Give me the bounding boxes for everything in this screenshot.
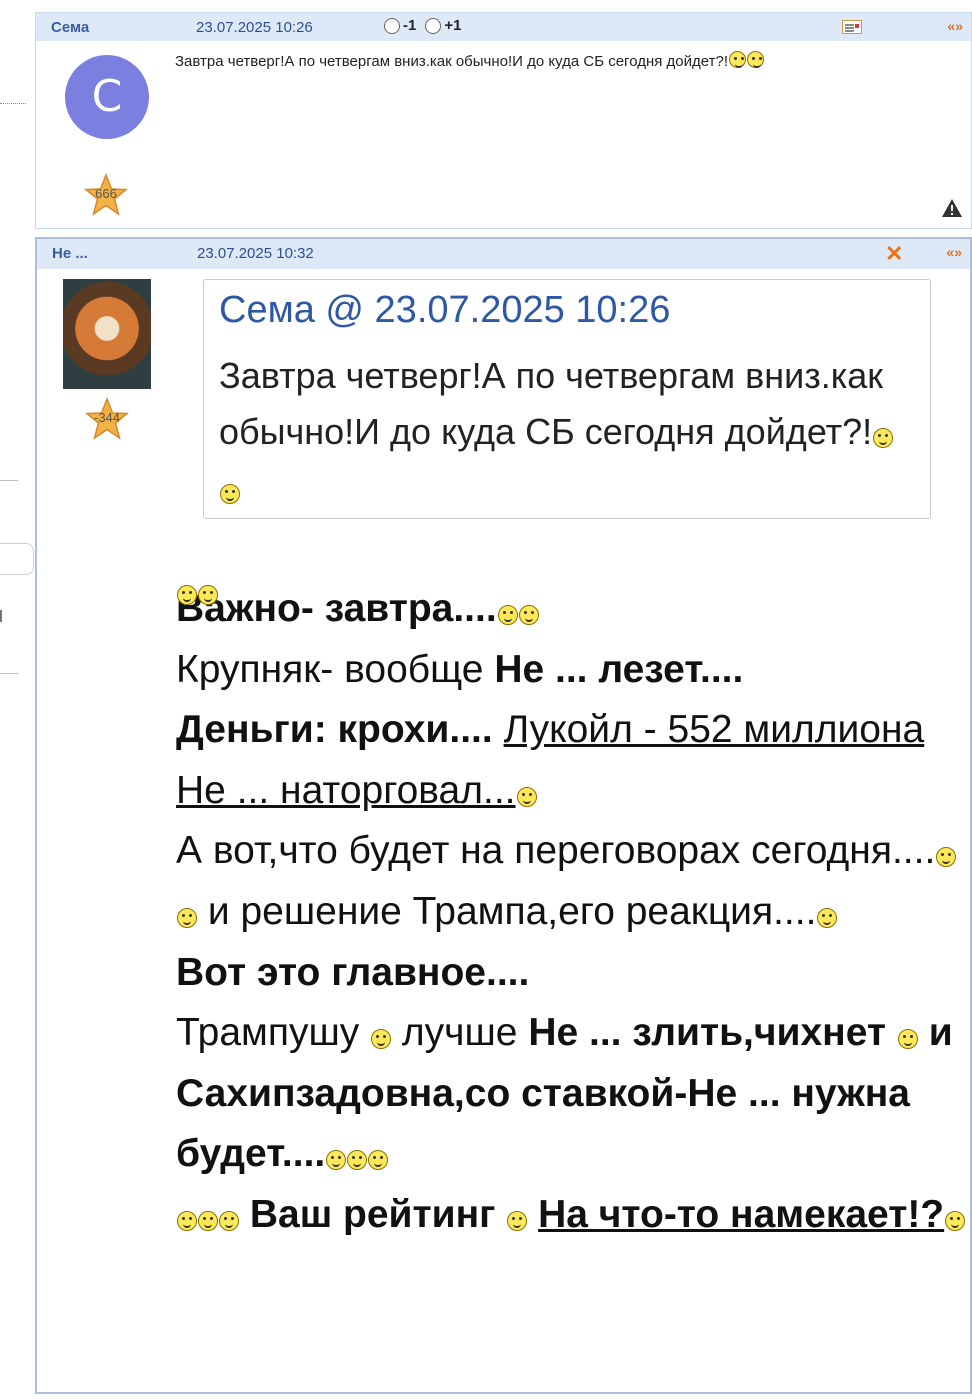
eyes-smiley-icon (177, 907, 197, 928)
avatar[interactable] (63, 279, 151, 389)
post-date[interactable]: 23.07.2025 10:32 (197, 245, 314, 262)
delete-icon[interactable]: ✕ (885, 241, 903, 267)
post-body: Важно- завтра.... Крупняк- вообще Не ...… (176, 559, 972, 1246)
smiley-row (176, 559, 972, 605)
post-text: Завтра четверг!А по четвергам вниз.как о… (175, 51, 764, 70)
grin-smiley-icon (219, 1210, 239, 1231)
grin-smiley-icon (220, 484, 240, 504)
rating-star-icon: 666 (84, 173, 128, 217)
surprised-smiley-icon (198, 585, 218, 605)
grin-smiley-icon (177, 1210, 197, 1231)
quote-icon[interactable] (842, 20, 862, 34)
gutter-button[interactable] (0, 543, 34, 575)
post-date[interactable]: 23.07.2025 10:26 (196, 19, 313, 36)
nav-arrows[interactable]: «» (947, 18, 963, 34)
author-name[interactable]: Сема (51, 19, 89, 36)
quote-text: Завтра четверг!А по четвергам вниз.как о… (219, 348, 909, 516)
quote-header[interactable]: Сема @ 23.07.2025 10:26 (219, 289, 670, 332)
grin-smiley-icon (347, 1150, 368, 1171)
body-text: Трампушу (176, 1011, 371, 1055)
grin-smiley-icon (729, 51, 746, 68)
quote-date: 23.07.2025 10:26 (374, 289, 671, 331)
quote-text-content: Завтра четверг!А по четвергам вниз.как о… (219, 355, 884, 452)
post-header: Не ... 23.07.2025 10:32 ✕ «» (37, 239, 970, 269)
vote-minus-radio[interactable] (384, 17, 400, 34)
body-text: Важно- завтра.... (176, 587, 497, 630)
body-text: Не ... злить,чихнет (528, 1011, 887, 1055)
grin-smiley-icon (873, 428, 894, 448)
quote-block: Сема @ 23.07.2025 10:26 Завтра четверг!А… (203, 279, 931, 519)
body-text: лучше (391, 1011, 529, 1055)
quote-author: Сема (219, 289, 315, 331)
avatar[interactable]: С (65, 55, 149, 139)
nav-arrows[interactable]: «» (946, 244, 962, 260)
quote-at: @ (325, 289, 364, 331)
body-text: Не ... лезет.... (494, 647, 744, 691)
wink-smiley-icon (945, 1210, 966, 1231)
rating-value: -344 (93, 410, 121, 425)
thinking-smiley-icon (817, 907, 838, 928)
grin-smiley-icon (198, 1210, 218, 1231)
grin-smiley-icon (371, 1029, 392, 1050)
gutter-divider (0, 673, 18, 674)
body-text: и решение Трампа,его реакция.... (197, 889, 817, 933)
vote-plus-radio[interactable] (425, 17, 442, 34)
rating-star-icon: -344 (85, 397, 129, 441)
gutter-tick (0, 610, 2, 622)
grin-smiley-icon (507, 1210, 528, 1231)
body-text: Ваш рейтинг (239, 1192, 507, 1236)
dizzy-smiley-icon (326, 1150, 347, 1171)
body-link[interactable]: На что-то намекает!? (538, 1193, 944, 1236)
post-text-content: Завтра четверг!А по четвергам вниз.как о… (175, 53, 728, 70)
body-text: Деньги: крохи.... (176, 708, 493, 752)
eyes-smiley-icon (936, 847, 957, 868)
body-text: Вот это главное.... (176, 950, 530, 994)
gutter-dots (0, 103, 26, 104)
surprised-smiley-icon (177, 585, 197, 605)
laugh-smiley-icon (516, 786, 537, 807)
gutter-divider (0, 480, 18, 481)
author-name[interactable]: Не ... (52, 245, 88, 262)
rating-value: 666 (95, 186, 117, 201)
vote-controls: -1 +1 (384, 17, 461, 34)
shocked-smiley-icon (897, 1029, 918, 1050)
post-header: Сема 23.07.2025 10:26 -1 +1 «» (36, 13, 971, 41)
post: Не ... 23.07.2025 10:32 ✕ «» -344 Сема @… (35, 237, 972, 1394)
body-text: Крупняк- вообще (176, 647, 495, 691)
wink-smiley-icon (518, 605, 539, 625)
post: Сема 23.07.2025 10:26 -1 +1 «» С 666 Зав… (35, 12, 972, 229)
vote-plus-label: +1 (444, 17, 462, 34)
wink-smiley-icon (497, 605, 518, 625)
report-icon[interactable] (941, 198, 963, 218)
grin-smiley-icon (747, 51, 764, 68)
body-text: А вот,что будет на переговорах сегодня..… (176, 829, 936, 873)
laugh-smiley-icon (368, 1150, 389, 1171)
vote-minus-label: -1 (403, 17, 417, 34)
